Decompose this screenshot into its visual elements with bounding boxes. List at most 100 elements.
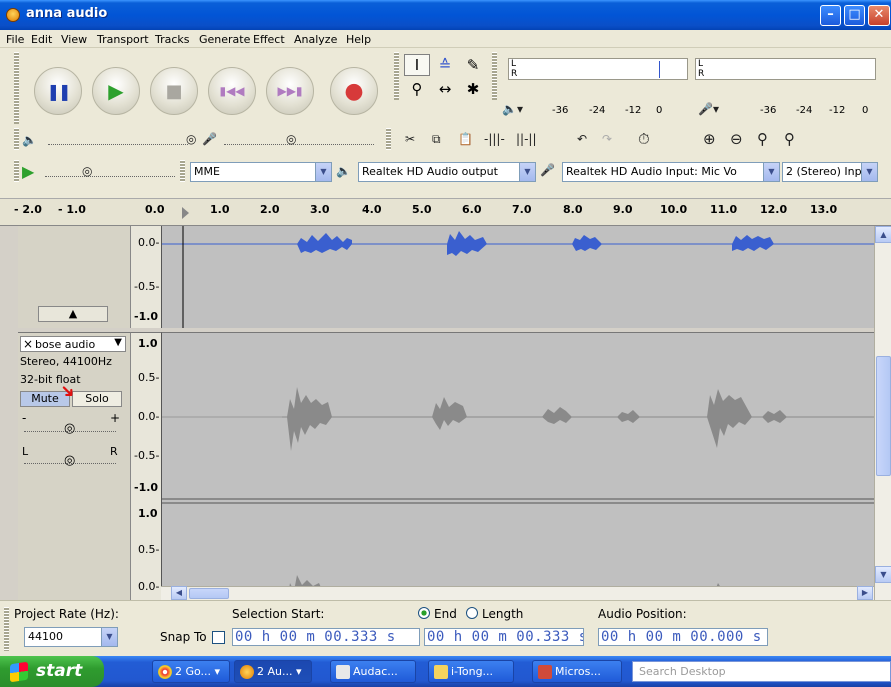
scroll-left-button[interactable]: ◀	[171, 586, 187, 600]
length-radio[interactable]	[466, 607, 478, 619]
powerpoint-icon	[538, 665, 552, 679]
undo-icon[interactable]: ↶	[577, 132, 587, 146]
input-device-select[interactable]: Realtek HD Audio Input: Mic Vo ▼	[562, 162, 780, 182]
scroll-up-button[interactable]: ▲	[875, 226, 891, 243]
envelope-tool[interactable]: ≙	[432, 54, 458, 76]
play-at-speed-icon[interactable]: ▶	[22, 162, 34, 181]
taskbar-item-chrome[interactable]: 2 Go... ▾	[152, 660, 230, 683]
zoom-tool[interactable]: ⚲	[404, 78, 430, 100]
menu-analyze[interactable]: Analyze	[294, 33, 337, 46]
stop-button[interactable]: ■	[150, 67, 198, 115]
ruler-label: 4.0	[362, 203, 382, 216]
tools-grip[interactable]	[394, 52, 399, 100]
taskbar-item-microsoft[interactable]: Micros...	[532, 660, 622, 683]
start-button[interactable]: start	[0, 656, 104, 687]
taskbar-item-audacity[interactable]: Audac...	[330, 660, 416, 683]
zoom-out-icon[interactable]: ⊖	[730, 130, 743, 148]
play-speed-thumb[interactable]: ◎	[82, 164, 92, 178]
vertical-scrollbar[interactable]: ▲ ▼	[874, 226, 891, 600]
toolbar-grip[interactable]	[14, 52, 19, 124]
maximize-button[interactable]: □	[844, 5, 865, 26]
track1-info[interactable]: ▲	[18, 226, 131, 328]
playback-meter[interactable]: L R	[508, 58, 688, 80]
menu-effect[interactable]: Effect	[253, 33, 285, 46]
input-volume-thumb[interactable]: ◎	[286, 132, 296, 146]
magnifier-icon: ⚲	[411, 80, 423, 98]
desktop-search-input[interactable]: Search Desktop	[632, 661, 891, 682]
taskbar-item-folder[interactable]: i-Tong...	[428, 660, 514, 683]
play-button[interactable]: ▶	[92, 67, 140, 115]
timeline-ruler[interactable]: - 2.0 - 1.0 0.0 1.0 2.0 3.0 4.0 5.0 6.0 …	[0, 198, 891, 226]
trim-icon[interactable]: -|||-	[484, 132, 505, 146]
menu-edit[interactable]: Edit	[31, 33, 52, 46]
end-radio[interactable]	[418, 607, 430, 619]
skip-end-button[interactable]: ▶▶▮	[266, 67, 314, 115]
track1-waveform[interactable]	[161, 226, 874, 328]
snap-to-checkbox[interactable]	[212, 631, 225, 644]
vertical-scroll-thumb[interactable]	[876, 356, 891, 476]
output-device-select[interactable]: Realtek HD Audio output ▼	[358, 162, 536, 182]
track2-close-icon[interactable]: ×	[23, 337, 33, 351]
timeshift-tool[interactable]: ↔	[432, 78, 458, 100]
record-meter[interactable]: L R	[695, 58, 876, 80]
scroll-down-button[interactable]: ▼	[875, 566, 891, 583]
chevron-down-icon: ▼	[861, 163, 877, 181]
selection-grip[interactable]	[4, 607, 9, 651]
windows-flag-icon	[10, 661, 28, 683]
track2-name-box[interactable]: × bose audio ▼	[20, 336, 126, 352]
skip-start-button[interactable]: ▮◀◀	[208, 67, 256, 115]
menu-generate[interactable]: Generate	[199, 33, 250, 46]
solo-button[interactable]: Solo	[72, 391, 122, 407]
menu-help[interactable]: Help	[346, 33, 371, 46]
output-volume-slider[interactable]	[48, 144, 188, 146]
multi-tool[interactable]: ✱	[460, 78, 486, 100]
track1-collapse-button[interactable]: ▲	[38, 306, 108, 322]
track2-waveform[interactable]	[161, 332, 874, 600]
selection-start-time[interactable]: 00 h 00 m 00.333 s	[232, 628, 420, 646]
copy-icon[interactable]: ⧉	[432, 132, 441, 147]
pause-button[interactable]: ❚❚	[34, 67, 82, 115]
track2-info[interactable]: × bose audio ▼ Stereo, 44100Hz 32-bit fl…	[18, 332, 131, 600]
close-button[interactable]: ✕	[868, 5, 890, 26]
paste-icon[interactable]: 📋	[458, 132, 473, 146]
horizontal-scrollbar[interactable]: ◀ ▶	[161, 586, 874, 600]
audio-host-select[interactable]: MME ▼	[190, 162, 332, 182]
input-channels-select[interactable]: 2 (Stereo) Input C ▼	[782, 162, 878, 182]
project-rate-select[interactable]: 44100 ▼	[24, 627, 118, 647]
draw-tool[interactable]: ✎	[460, 54, 486, 76]
output-volume-thumb[interactable]: ◎	[186, 132, 196, 146]
pan-thumb[interactable]: ◎	[64, 453, 75, 468]
taskbar-item-audacity-group[interactable]: 2 Au... ▾	[234, 660, 312, 683]
play-icon: ▶	[108, 79, 124, 103]
play-speed-slider[interactable]	[45, 176, 175, 178]
scroll-right-button[interactable]: ▶	[857, 586, 873, 600]
mixer-grip[interactable]	[14, 128, 19, 150]
menu-file[interactable]: File	[6, 33, 24, 46]
horizontal-scroll-thumb[interactable]	[189, 588, 229, 599]
track2-name: bose audio	[35, 338, 96, 351]
device-grip[interactable]	[14, 160, 19, 182]
menu-tracks[interactable]: Tracks	[155, 33, 190, 46]
input-volume-slider[interactable]	[224, 144, 374, 146]
silence-icon[interactable]: ||-||	[516, 132, 537, 146]
fit-selection-icon[interactable]: ⚲	[757, 130, 768, 148]
waveform-grey	[162, 387, 874, 600]
gain-thumb[interactable]: ◎	[64, 421, 75, 436]
audio-position-time[interactable]: 00 h 00 m 00.000 s	[598, 628, 768, 646]
meter-grip[interactable]	[492, 52, 497, 100]
selection-end-value: 00 h 00 m 00.333 s	[427, 629, 584, 645]
redo-icon[interactable]: ↷	[602, 132, 612, 146]
minimize-button[interactable]: –	[820, 5, 841, 26]
menu-transport[interactable]: Transport	[97, 33, 149, 46]
rec-scale-12: -12	[829, 105, 846, 116]
selection-end-time[interactable]: 00 h 00 m 00.333 s	[424, 628, 584, 646]
fit-project-icon[interactable]: ⚲	[784, 130, 795, 148]
record-button[interactable]: ●	[330, 67, 378, 115]
zoom-in-icon[interactable]: ⊕	[703, 130, 716, 148]
sync-lock-icon[interactable]: ⏱	[638, 130, 650, 148]
edit-grip[interactable]	[386, 128, 391, 150]
cut-icon[interactable]: ✂	[405, 132, 415, 146]
track2-menu-icon[interactable]: ▼	[114, 337, 122, 348]
selection-tool[interactable]: I	[404, 54, 430, 76]
menu-view[interactable]: View	[61, 33, 87, 46]
